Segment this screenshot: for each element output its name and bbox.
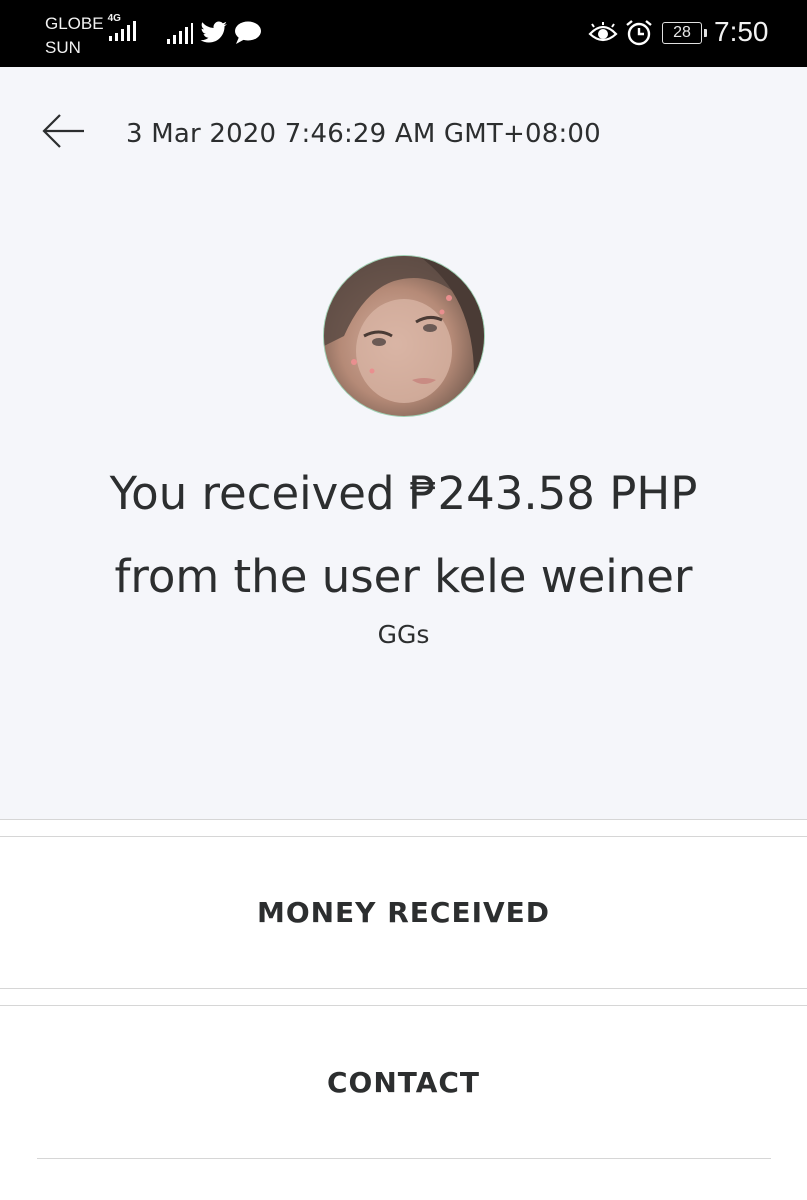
transaction-detail-panel — [0, 67, 807, 819]
battery-icon: 28 — [662, 22, 707, 44]
eye-icon — [588, 22, 618, 42]
clock-time: 7:50 — [714, 16, 769, 47]
avatar-photo — [324, 256, 484, 416]
avatar — [323, 255, 485, 417]
divider — [0, 988, 807, 989]
money-received-section[interactable]: MONEY RECEIVED — [0, 896, 807, 929]
message-bubble-icon — [235, 21, 261, 44]
transaction-note: GGs — [377, 620, 430, 649]
amount-received-text: You received ₱243.58 PHP — [109, 467, 698, 520]
transaction-summary: You received ₱243.58 PHP from the user k… — [0, 452, 807, 618]
divider — [0, 1005, 807, 1006]
divider — [37, 1158, 771, 1159]
contact-section[interactable]: CONTACT — [0, 1066, 807, 1099]
status-bar: GLOBE 4G SUN 28 7:50 — [0, 0, 807, 67]
divider — [0, 836, 807, 837]
twitter-icon — [200, 21, 227, 43]
sender-text: from the user kele weiner — [114, 550, 693, 603]
arrow-left-icon[interactable] — [40, 112, 86, 150]
signal-icon — [109, 21, 136, 41]
divider — [0, 819, 807, 820]
alarm-icon — [626, 20, 652, 46]
signal-icon — [167, 23, 193, 44]
carrier-1-name: GLOBE — [45, 14, 104, 33]
transaction-timestamp: 3 Mar 2020 7:46:29 AM GMT+08:00 — [126, 119, 601, 149]
